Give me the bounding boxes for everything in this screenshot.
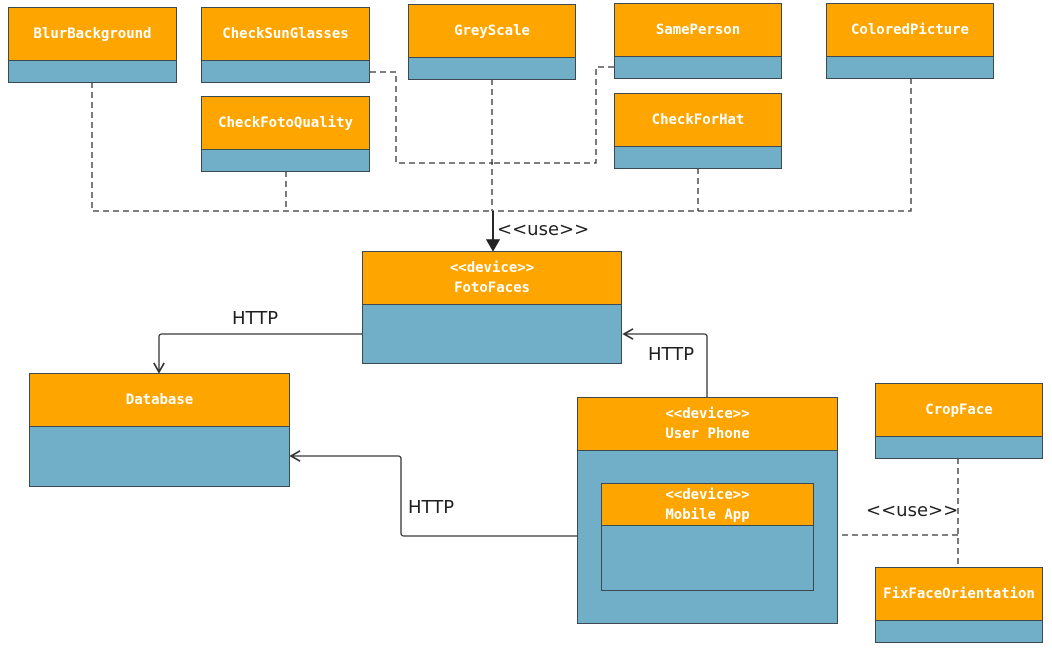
component-name: ColoredPicture: [850, 22, 969, 38]
device-database[interactable]: Database: [29, 373, 290, 487]
component-checksunglasses[interactable]: CheckSunGlasses: [201, 7, 370, 83]
device-stereotype: <<device>>: [665, 486, 750, 503]
component-coloredpicture[interactable]: ColoredPicture: [826, 3, 994, 79]
device-name: User Phone: [665, 426, 750, 442]
component-name: CropFace: [925, 402, 993, 418]
edge-label-http-fotofaces-database: HTTP: [232, 308, 279, 329]
dep-checksunglasses: [370, 71, 493, 164]
http-phone-database: [289, 450, 577, 537]
device-name: Database: [125, 392, 194, 408]
component-name: CheckForHat: [651, 112, 745, 128]
component-blurbackground[interactable]: BlurBackground: [8, 7, 177, 83]
component-name: CheckSunGlasses: [222, 26, 349, 42]
device-mobile-app[interactable]: <<device>> Mobile App: [601, 483, 814, 591]
http-fotofaces-database: [153, 333, 362, 374]
device-user-phone[interactable]: <<device>> User Phone <<device>> Mobile …: [577, 397, 838, 624]
component-name: CheckFotoQuality: [218, 115, 353, 131]
device-stereotype: <<device>>: [665, 406, 750, 422]
device-stereotype: <<device>>: [449, 260, 535, 276]
component-cropface[interactable]: CropFace: [875, 383, 1043, 459]
component-greyscale[interactable]: GreyScale: [408, 4, 576, 80]
component-name: SamePerson: [655, 22, 741, 38]
device-fotofaces[interactable]: <<device>> FotoFaces: [362, 251, 622, 364]
edge-label-use-right: <<use>>: [866, 500, 959, 521]
component-sameperson[interactable]: SamePerson: [614, 3, 782, 79]
component-name: FixFaceOrientation: [883, 586, 1035, 602]
edge-label-use-top: <<use>>: [497, 219, 590, 240]
component-checkforhat[interactable]: CheckForHat: [614, 93, 782, 169]
component-name: BlurBackground: [33, 26, 152, 42]
edge-label-http-phone-database: HTTP: [408, 497, 455, 518]
device-name: Mobile App: [665, 506, 750, 523]
dep-sameperson: [493, 66, 614, 164]
device-name: FotoFaces: [454, 280, 530, 296]
component-name: GreyScale: [454, 23, 530, 39]
component-checkfotoquality[interactable]: CheckFotoQuality: [201, 96, 370, 172]
edge-label-http-phone-fotofaces: HTTP: [648, 344, 695, 365]
component-fixfaceorientation[interactable]: FixFaceOrientation: [875, 567, 1043, 643]
